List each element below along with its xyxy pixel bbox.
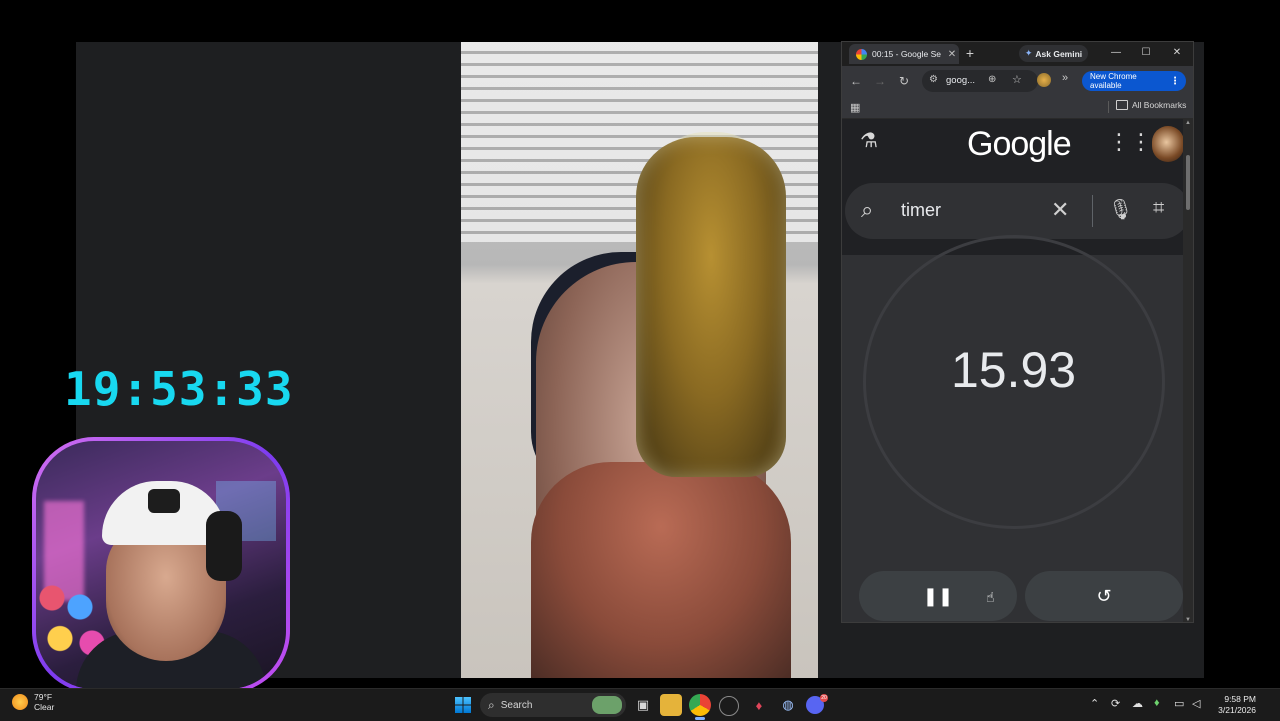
- notification-badge: 20: [820, 694, 828, 702]
- close-icon[interactable]: ✕: [1051, 197, 1069, 223]
- scrollbar-thumb[interactable]: [1186, 155, 1190, 210]
- update-label: New Chrome available: [1090, 72, 1137, 90]
- divider: [1092, 195, 1093, 227]
- scroll-up-icon[interactable]: ▲: [1185, 120, 1191, 126]
- headset: [206, 511, 242, 581]
- divider: [1108, 101, 1109, 113]
- search-highlight-icon: [592, 696, 622, 714]
- pause-icon: ❚❚: [922, 585, 954, 606]
- toolbar: ← → ↻ ⚙ goog... ⊕ ☆ » New Chrome availab…: [842, 66, 1193, 96]
- minimize-button[interactable]: —: [1106, 44, 1126, 62]
- search-icon: ⌕: [488, 697, 495, 712]
- scroll-down-icon[interactable]: ▼: [1185, 617, 1191, 622]
- ask-gemini-button[interactable]: ✦ Ask Gemini: [1019, 45, 1088, 62]
- apps-shortcut-icon[interactable]: ▦: [850, 101, 860, 114]
- cloud-icon[interactable]: ☁: [1132, 697, 1143, 710]
- taskbar-search-label: Search: [500, 699, 533, 711]
- taskbar-search[interactable]: ⌕ Search: [480, 693, 626, 717]
- taskbar-time: 9:58 PM: [1224, 694, 1256, 704]
- reload-button[interactable]: ↻: [896, 73, 912, 89]
- tab-close-icon[interactable]: ✕: [945, 49, 959, 60]
- weather-text: 79°F Clear: [34, 692, 54, 712]
- mic-icon[interactable]: ♦: [1154, 697, 1160, 709]
- chevron-right-icon[interactable]: »: [1062, 72, 1068, 84]
- video-feed: [461, 42, 818, 678]
- google-page: ⚗ Google ⋮⋮⋮ ⌕ timer ✕ 🎙 ⌗ 15.93 ❚❚ ↺ ☝: [842, 119, 1185, 622]
- mic-icon[interactable]: 🎙: [1108, 197, 1133, 222]
- reset-button[interactable]: ↺: [1025, 571, 1183, 621]
- weather-condition: Clear: [34, 702, 55, 712]
- bookmark-star-icon[interactable]: ☆: [1012, 73, 1022, 86]
- google-favicon-icon: [856, 48, 867, 60]
- clock-area[interactable]: 9:58 PM 3/21/2026: [1208, 694, 1256, 716]
- weather-icon: [12, 694, 28, 710]
- avatar[interactable]: [1152, 126, 1184, 162]
- weather-temp: 79°F: [34, 692, 53, 702]
- webcam-overlay: [32, 437, 290, 693]
- gemini-spark-icon: ✦: [1024, 48, 1033, 58]
- ask-gemini-label: Ask Gemini: [1035, 48, 1083, 59]
- all-bookmarks-button[interactable]: All Bookmarks: [1116, 100, 1186, 110]
- file-explorer-icon[interactable]: [660, 694, 682, 716]
- extension-icon[interactable]: [1037, 73, 1051, 87]
- timer-display: 15.93: [950, 342, 1077, 398]
- tab-title: 00:15 - Google Se: [872, 49, 941, 59]
- start-button[interactable]: [455, 697, 471, 713]
- search-icon[interactable]: ⌕: [861, 197, 873, 223]
- flask-icon[interactable]: ⚗: [860, 129, 884, 153]
- chrome-window: 00:15 - Google Se ✕ + ✦ Ask Gemini — ☐ ✕…: [841, 41, 1194, 623]
- stream-clock: 19:53:33: [64, 362, 294, 416]
- folder-icon: [1116, 100, 1128, 110]
- new-chrome-available-button[interactable]: New Chrome available ⋮: [1082, 71, 1186, 91]
- tab-bar: 00:15 - Google Se ✕ + ✦ Ask Gemini — ☐ ✕: [842, 42, 1193, 66]
- network-icon[interactable]: ▭: [1174, 697, 1184, 710]
- menu-icon[interactable]: ⋮: [1170, 76, 1180, 87]
- lens-icon[interactable]: ⌗: [1153, 197, 1164, 220]
- steam-icon[interactable]: ◍: [777, 694, 799, 716]
- task-view-icon[interactable]: ▣: [632, 694, 654, 716]
- maximize-button[interactable]: ☐: [1136, 44, 1156, 62]
- all-bookmarks-label: All Bookmarks: [1132, 100, 1187, 110]
- scrollbar[interactable]: ▲ ▼: [1183, 119, 1193, 622]
- reset-icon: ↺: [1096, 585, 1112, 606]
- person-beard: [531, 462, 791, 678]
- webcam-video: [36, 441, 286, 689]
- weather-widget[interactable]: 79°F Clear: [12, 692, 54, 712]
- site-info-icon[interactable]: ⚙: [929, 74, 938, 85]
- google-logo[interactable]: Google: [967, 125, 1072, 164]
- github-icon[interactable]: [719, 696, 739, 716]
- sync-icon[interactable]: ⟳: [1111, 697, 1120, 710]
- tab-google-search[interactable]: 00:15 - Google Se ✕: [849, 44, 959, 64]
- url-text: goog...: [946, 75, 976, 86]
- windows-taskbar: 79°F Clear ⌕ Search ▣ ♦ ◍ 20 ⌃ ⟳ ☁ ♦ ▭ ◁…: [0, 688, 1280, 721]
- back-button[interactable]: ←: [848, 73, 864, 89]
- chevron-up-icon[interactable]: ⌃: [1090, 697, 1099, 710]
- timer-widget: 15.93 ❚❚ ↺ ☝: [842, 235, 1185, 622]
- mouse-cursor-icon: ☝: [986, 589, 995, 605]
- address-bar[interactable]: ⚙ goog... ⊕ ☆: [922, 70, 1038, 92]
- search-query[interactable]: timer: [901, 200, 941, 221]
- taskbar-date: 3/21/2026: [1218, 705, 1256, 715]
- close-window-button[interactable]: ✕: [1167, 44, 1187, 62]
- new-tab-button[interactable]: +: [962, 45, 978, 61]
- volume-icon[interactable]: ◁: [1192, 697, 1200, 710]
- bookmarks-bar: ▦ All Bookmarks: [842, 96, 1193, 119]
- forward-button[interactable]: →: [872, 73, 888, 89]
- jar: [636, 137, 786, 477]
- cap-logo: [148, 489, 180, 513]
- zoom-icon[interactable]: ⊕: [988, 74, 996, 85]
- maps-pin-icon[interactable]: ♦: [748, 694, 770, 716]
- chrome-icon[interactable]: [689, 694, 711, 716]
- search-box[interactable]: ⌕ timer ✕ 🎙 ⌗: [845, 183, 1185, 239]
